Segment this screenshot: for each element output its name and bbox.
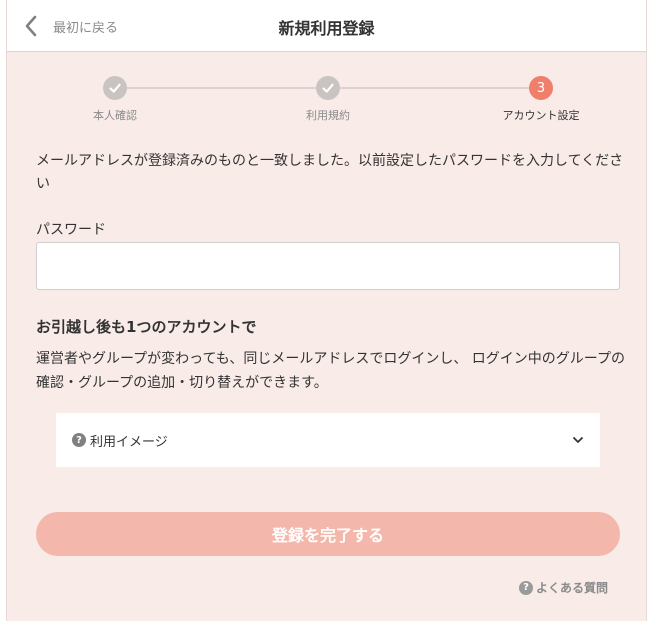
password-label: パスワード [36,222,106,238]
progress-steps: 本人確認 利用規約 3 アカウント設定 [7,76,646,126]
usage-image-accordion[interactable]: ? 利用イメージ [56,413,600,467]
chevron-down-icon [573,437,583,443]
page-frame: 最初に戻る 新規利用登録 本人確認 利用規約 3 アカウント設定 メールアドレス… [6,0,647,621]
step-account: 3 アカウント設定 [481,76,601,123]
step-label: アカウント設定 [502,109,580,122]
info-description: 運営者やグループが変わっても、同じメールアドレスでログインし、 ログイン中のグル… [36,351,625,391]
accordion-label: 利用イメージ [90,434,168,450]
question-circle-icon: ? [518,580,533,595]
faq-link[interactable]: ? よくある質問 [518,579,608,596]
question-circle-icon: ? [72,433,86,447]
match-message: メールアドレスが登録済みのものと一致しました。以前設定したパスワードを入力してく… [36,153,624,192]
header: 最初に戻る 新規利用登録 [7,0,646,52]
step-label: 本人確認 [93,109,137,122]
complete-registration-button[interactable]: 登録を完了する [36,512,620,556]
step-number: 3 [529,76,553,100]
check-icon [103,76,127,100]
page-title: 新規利用登録 [278,19,375,38]
faq-label: よくある質問 [535,581,608,595]
info-heading: お引越し後も1つのアカウントで [36,318,257,336]
check-icon [316,76,340,100]
step-label: 利用規約 [306,109,350,122]
step-identity: 本人確認 [55,76,175,123]
step-terms: 利用規約 [268,76,388,123]
password-input[interactable] [36,242,620,290]
